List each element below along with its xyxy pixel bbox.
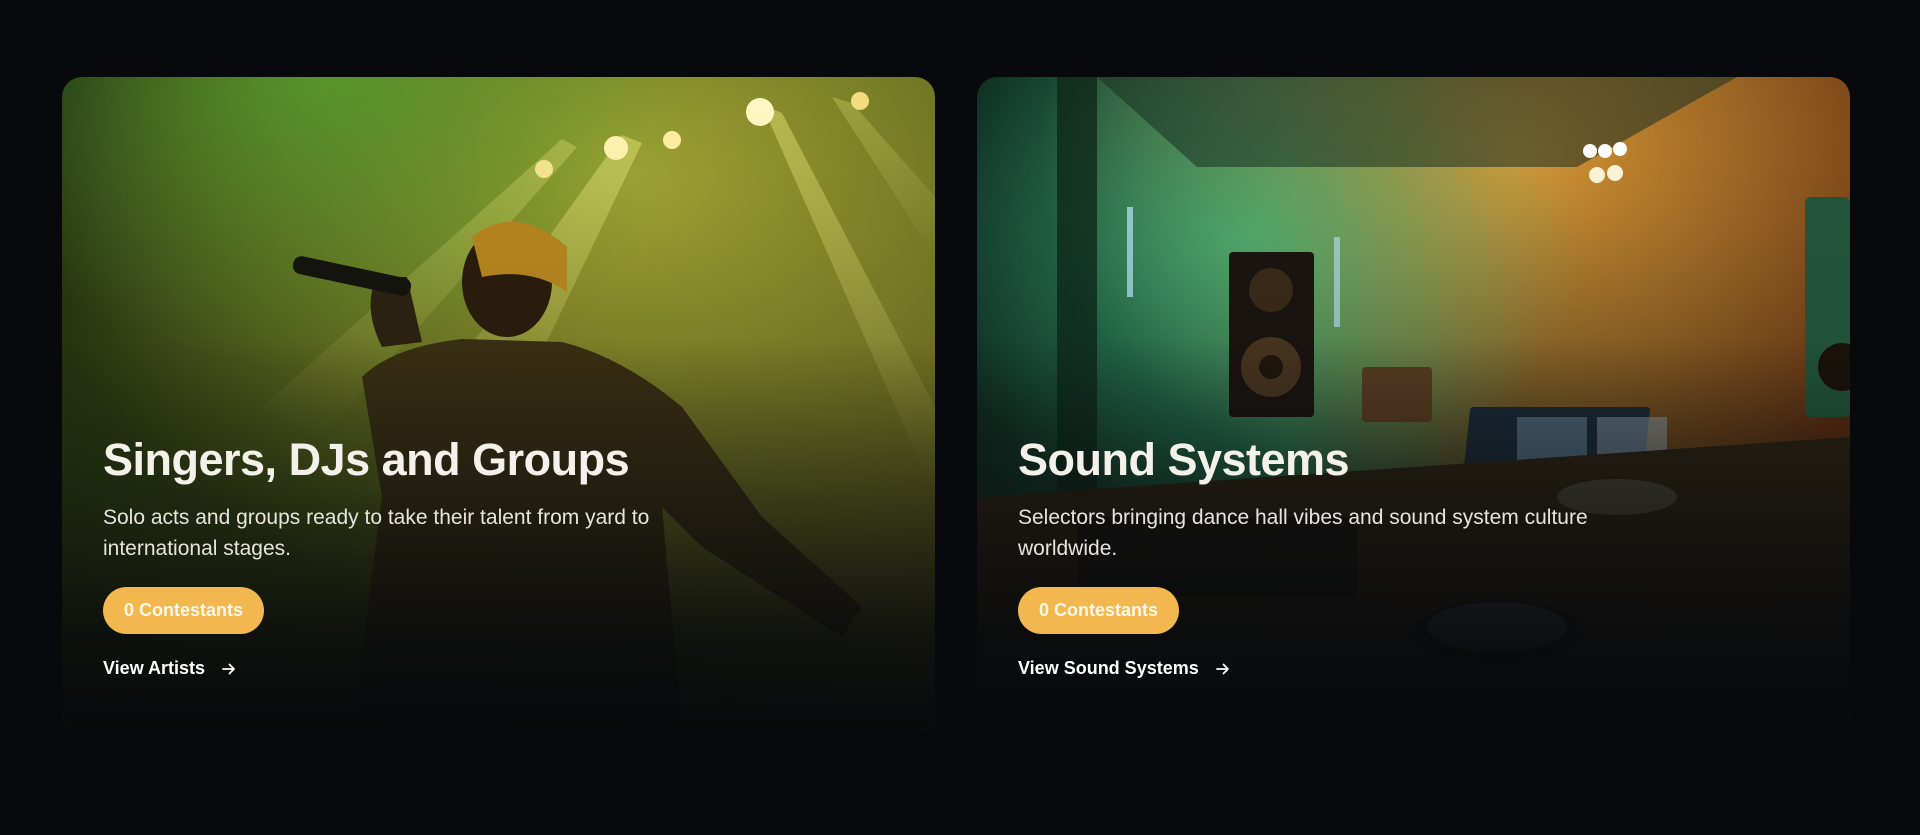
view-artists-link[interactable]: View Artists <box>103 658 705 679</box>
arrow-right-icon <box>221 661 237 677</box>
page: Singers, DJs and Groups Solo acts and gr… <box>0 0 1920 835</box>
arrow-right-icon <box>1215 661 1231 677</box>
artists-contestants-badge: 0 Contestants <box>103 587 265 634</box>
artists-card: Singers, DJs and Groups Solo acts and gr… <box>62 77 935 732</box>
sound-systems-card-description: Selectors bringing dance hall vibes and … <box>1018 506 1588 560</box>
view-sound-systems-label: View Sound Systems <box>1018 658 1199 678</box>
sound-systems-contestants-badge: 0 Contestants <box>1018 587 1180 634</box>
artists-card-content: Singers, DJs and Groups Solo acts and gr… <box>103 432 705 679</box>
sound-systems-card-title: Sound Systems <box>1018 434 1350 485</box>
sound-systems-card: Sound Systems Selectors bringing dance h… <box>977 77 1850 732</box>
category-cards: Singers, DJs and Groups Solo acts and gr… <box>62 77 1850 732</box>
view-artists-label: View Artists <box>103 658 206 678</box>
sound-systems-card-content: Sound Systems Selectors bringing dance h… <box>1018 432 1620 679</box>
view-sound-systems-link[interactable]: View Sound Systems <box>1018 658 1620 679</box>
artists-card-description: Solo acts and groups ready to take their… <box>103 506 650 560</box>
artists-card-title: Singers, DJs and Groups <box>103 434 630 485</box>
